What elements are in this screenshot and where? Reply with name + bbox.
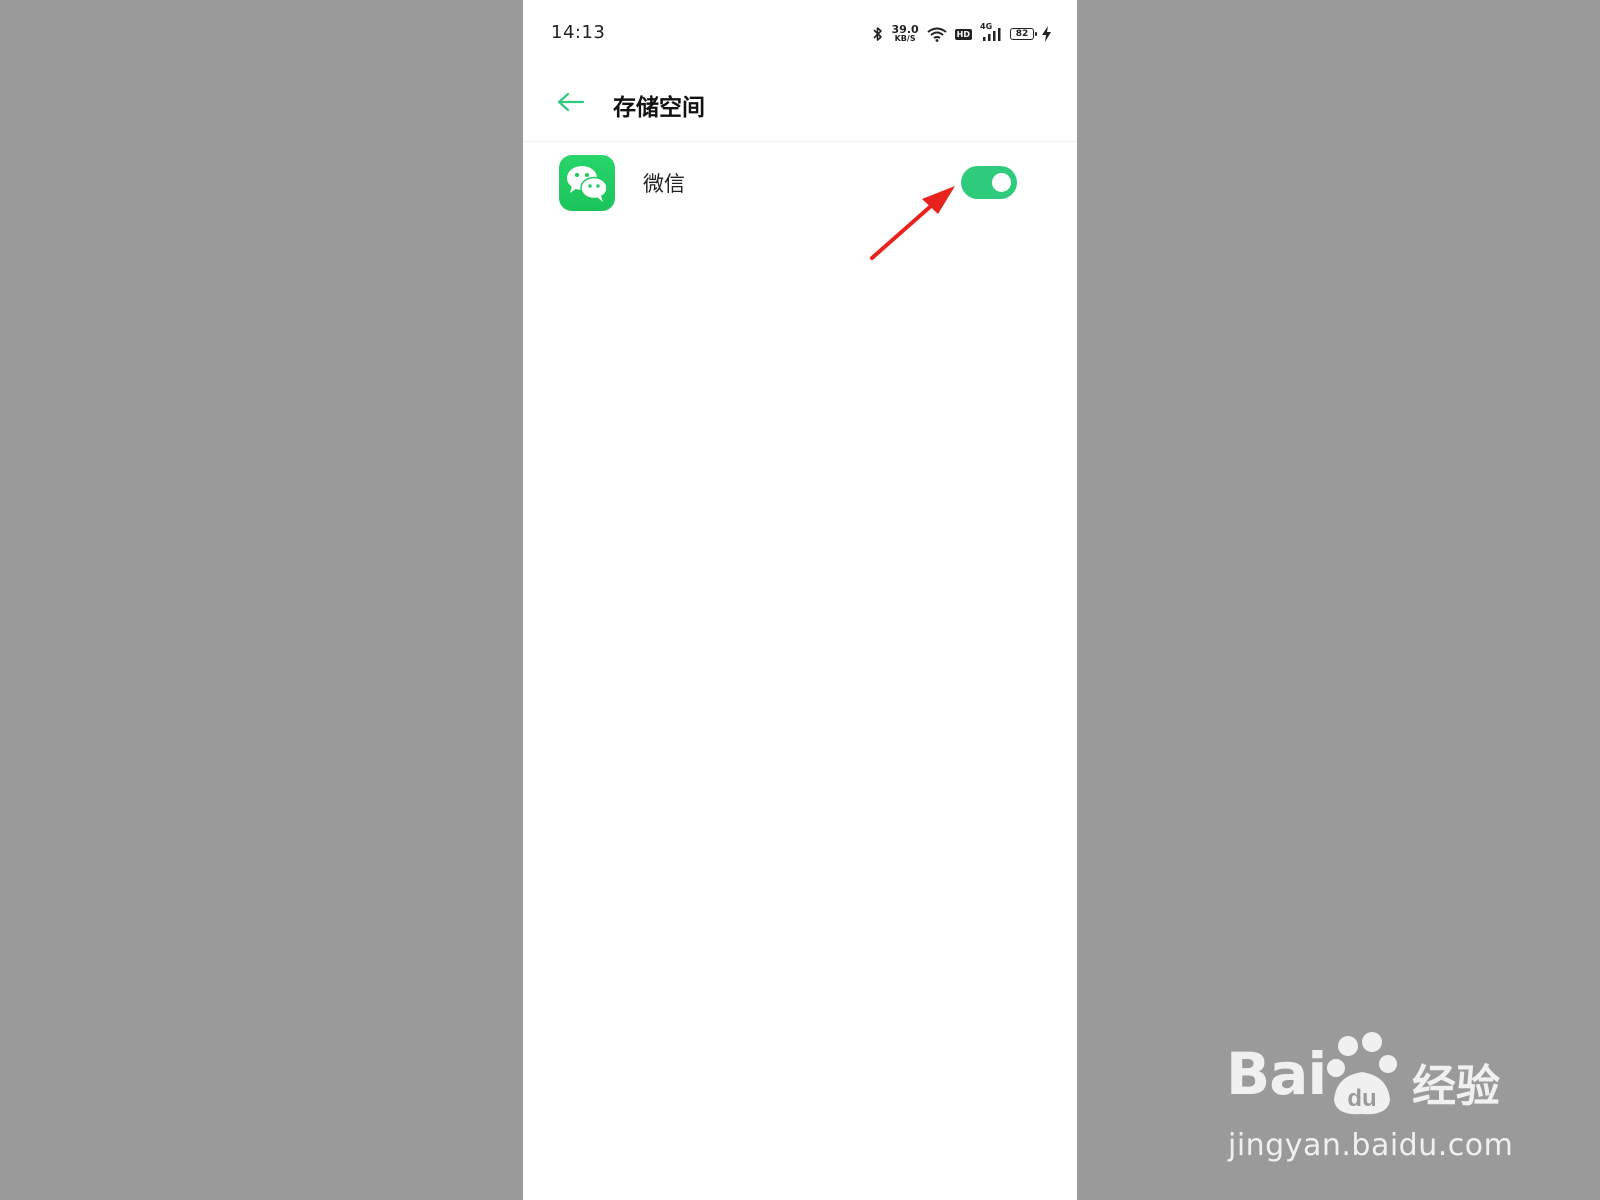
bluetooth-icon	[872, 26, 884, 42]
back-arrow-icon	[557, 92, 585, 116]
wechat-icon	[559, 155, 615, 211]
phone-screen: 14:13 39.0 KB/S HD 4G 82 存储空间 微信	[523, 0, 1077, 1200]
page-header: 存储空间	[523, 68, 1077, 142]
net-speed: 39.0 KB/S	[891, 23, 919, 43]
back-button[interactable]	[553, 86, 589, 122]
watermark-brand-latin: Bai	[1226, 1040, 1327, 1108]
baidu-jingyan-watermark: Bai du 经验 jingyan.baidu.com	[1226, 1028, 1526, 1178]
status-bar: 14:13 39.0 KB/S HD 4G 82	[523, 0, 1077, 68]
charging-icon	[1042, 26, 1051, 42]
watermark-brand-cn: 经验	[1412, 1061, 1500, 1112]
status-time: 14:13	[551, 22, 606, 43]
hd-badge: HD	[954, 28, 972, 40]
wifi-icon	[927, 26, 947, 42]
toggle-knob	[992, 173, 1011, 192]
watermark-brand-du: du	[1347, 1085, 1376, 1112]
watermark-paw-icon: du	[1327, 1032, 1397, 1115]
wechat-storage-toggle[interactable]	[961, 166, 1017, 199]
watermark-url: jingyan.baidu.com	[1228, 1128, 1514, 1163]
signal-icon: 4G	[980, 22, 1002, 42]
page-title: 存储空间	[613, 95, 705, 121]
status-icons: 39.0 KB/S HD 4G 82	[872, 22, 1051, 46]
app-row-wechat: 微信	[523, 142, 1077, 224]
net-speed-unit: KB/S	[894, 34, 916, 43]
network-type-label: 4G	[980, 22, 993, 31]
battery-level: 82	[1015, 29, 1029, 39]
battery-icon: 82	[1010, 28, 1037, 40]
net-speed-value: 39.0	[891, 23, 919, 36]
app-name: 微信	[643, 172, 685, 196]
